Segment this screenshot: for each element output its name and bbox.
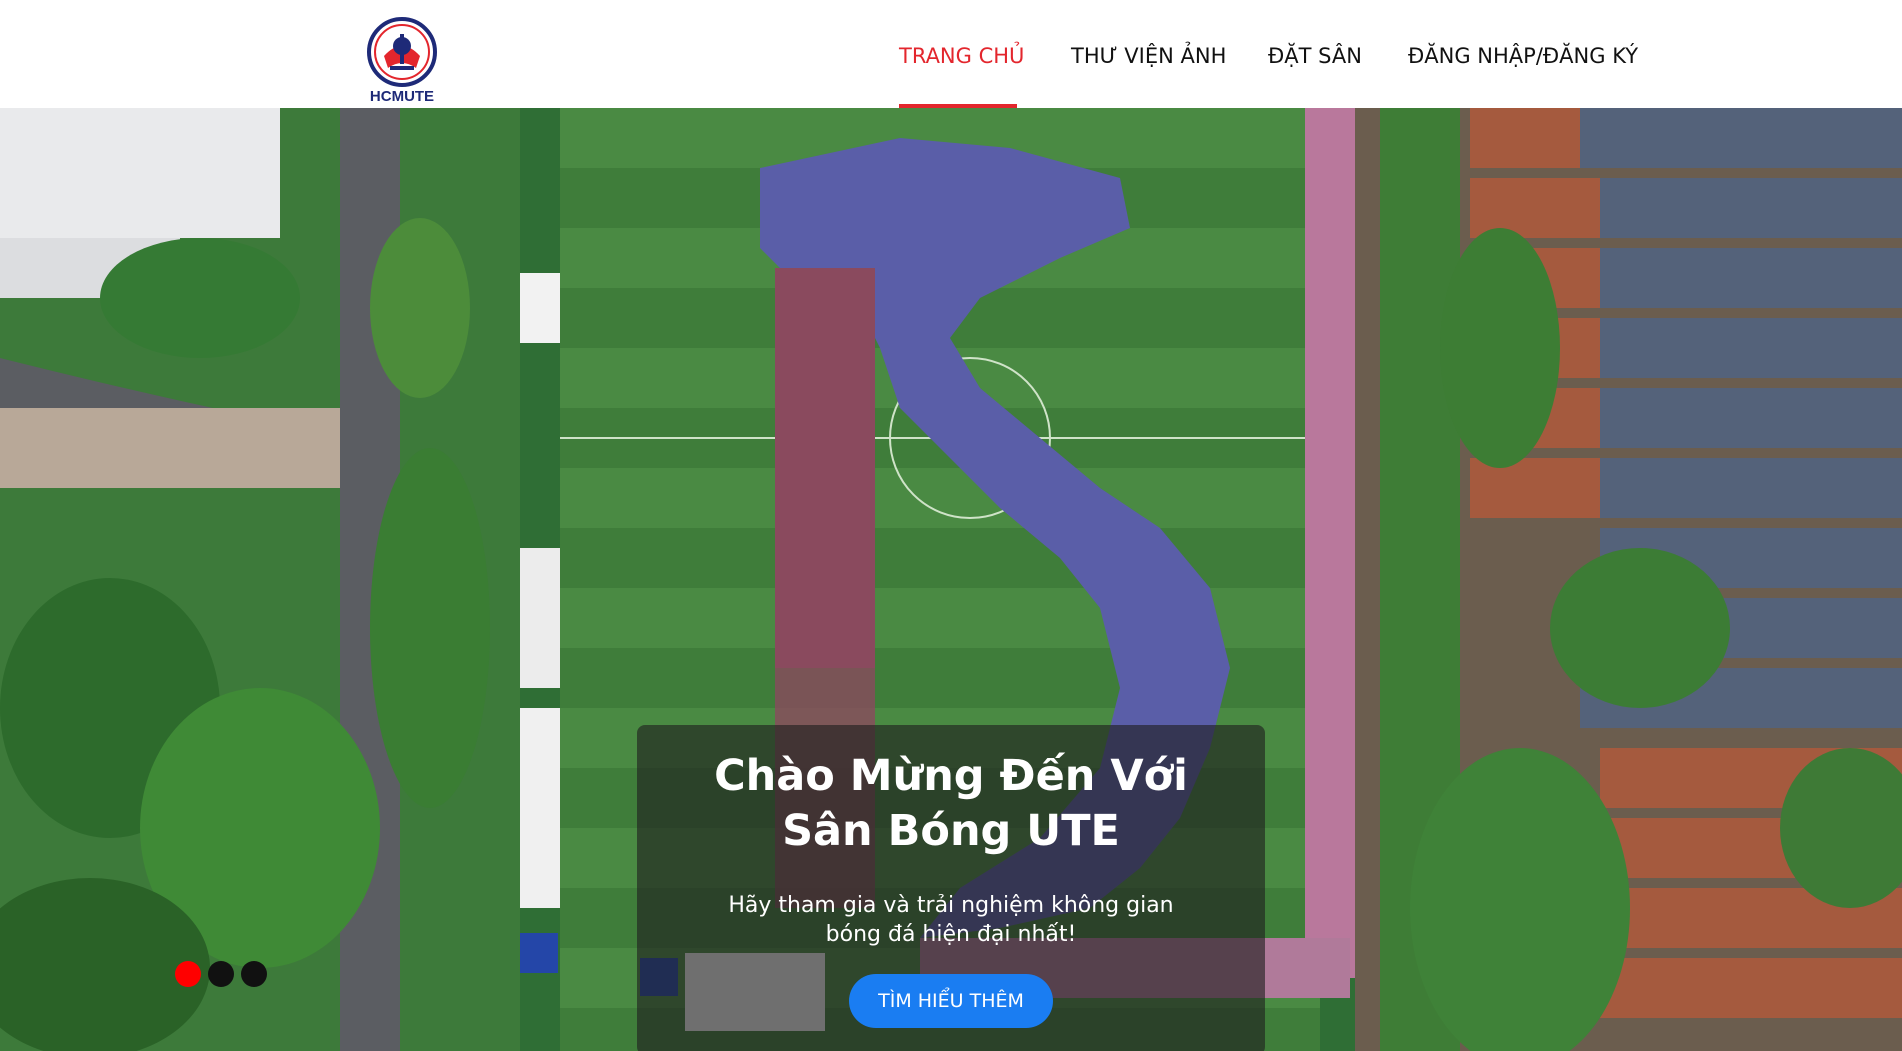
site-header: HCMUTE TRANG CHỦ THƯ VIỆN ẢNH ĐẶT SÂN ĐĂ… <box>0 0 1902 108</box>
slide-indicator-2[interactable] <box>208 961 234 987</box>
slide-indicator-3[interactable] <box>241 961 267 987</box>
nav-login-register[interactable]: ĐĂNG NHẬP/ĐĂNG KÝ <box>1408 44 1638 68</box>
slide-indicator-1[interactable] <box>175 961 201 987</box>
nav-book-field[interactable]: ĐẶT SÂN <box>1268 44 1362 68</box>
nav-home[interactable]: TRANG CHỦ <box>899 44 1024 68</box>
hcmute-logo[interactable]: HCMUTE <box>366 16 438 108</box>
hero-title: Chào Mừng Đến Với Sân Bóng UTE <box>714 751 1188 856</box>
nav-active-indicator <box>899 104 1017 108</box>
learn-more-button[interactable]: TÌM HIỂU THÊM <box>849 974 1053 1028</box>
logo-text: HCMUTE <box>369 88 435 105</box>
hero-subtitle: Hãy tham gia và trải nghiệm không gian b… <box>728 893 1174 947</box>
nav-photo-library[interactable]: THƯ VIỆN ẢNH <box>1071 44 1226 68</box>
hero-slider: Chào Mừng Đến Với Sân Bóng UTE Hãy tham … <box>0 108 1902 1051</box>
hero-caption-box: Chào Mừng Đến Với Sân Bóng UTE Hãy tham … <box>637 725 1265 1051</box>
logo-emblem <box>367 17 437 87</box>
